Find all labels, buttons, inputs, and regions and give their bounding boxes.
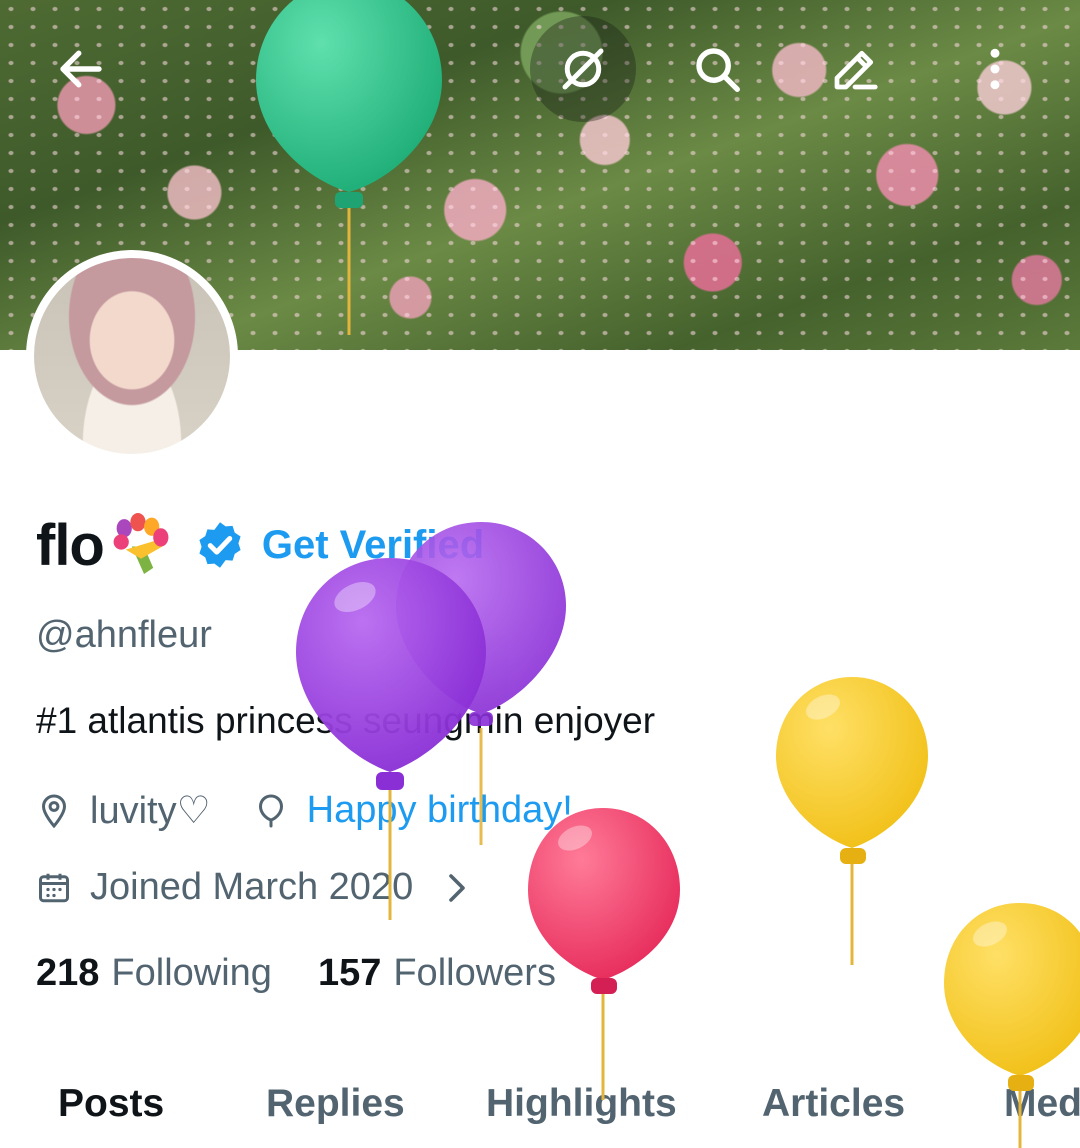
followers-stat[interactable]: 157 Followers [318, 952, 556, 995]
verified-badge-icon[interactable] [194, 519, 246, 571]
following-label: Following [111, 952, 272, 994]
grok-button[interactable] [530, 16, 636, 122]
followers-label: Followers [393, 952, 556, 994]
display-name: flo [36, 512, 105, 578]
back-arrow-icon [60, 50, 102, 88]
profile-tabs: Posts Replies Highlights Articles Media [0, 1076, 1080, 1148]
calendar-icon [39, 873, 69, 902]
back-button[interactable] [28, 16, 134, 122]
location-pin-icon [41, 793, 67, 828]
search-button[interactable] [664, 16, 770, 122]
grok-icon [562, 48, 604, 90]
chevron-right-icon [449, 873, 466, 902]
tab-highlights[interactable]: Highlights [486, 1082, 677, 1126]
balloon-yellow-right [776, 677, 928, 965]
more-icon [990, 48, 1000, 90]
tab-replies[interactable]: Replies [266, 1082, 405, 1126]
meta-location-birthday: luvity♡ Happy birthday! [36, 788, 573, 833]
birthday-link[interactable]: Happy birthday! [307, 789, 573, 832]
more-button[interactable] [942, 16, 1048, 122]
avatar[interactable] [26, 250, 238, 462]
name-row: flo Get Verified [36, 510, 484, 580]
tab-articles[interactable]: Articles [762, 1082, 905, 1126]
get-verified-link[interactable]: Get Verified [262, 523, 484, 568]
following-count: 218 [36, 952, 100, 994]
tab-posts[interactable]: Posts [58, 1082, 164, 1126]
followers-count: 157 [317, 952, 382, 994]
edit-button[interactable] [802, 16, 908, 122]
bio: #1 atlantis princess seungmin enjoyer [36, 700, 656, 741]
search-icon [696, 48, 740, 92]
user-handle: @ahnfleur [36, 614, 212, 656]
bouquet-icon [113, 513, 169, 574]
tab-media[interactable]: Media [1004, 1082, 1080, 1126]
following-stat[interactable]: 218 Following [36, 952, 272, 995]
location-text: luvity♡ [90, 790, 211, 832]
edit-icon [834, 50, 878, 90]
follow-stats: 218 Following 157 Followers [36, 952, 556, 995]
balloon-icon [258, 793, 283, 827]
joined-text: Joined March 2020 [90, 866, 414, 908]
meta-joined[interactable]: Joined March 2020 [36, 866, 493, 909]
